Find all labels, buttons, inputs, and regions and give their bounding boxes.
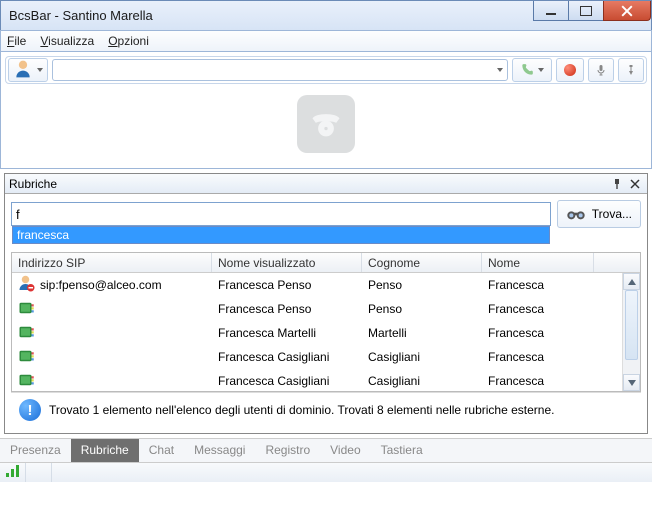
minimize-button[interactable] (533, 1, 569, 21)
panel-header: Rubriche (5, 174, 647, 194)
address-book-icon (18, 325, 36, 342)
cell-display: Francesca Penso (212, 302, 362, 316)
find-label: Trova... (592, 207, 632, 221)
search-input[interactable] (11, 202, 551, 226)
chevron-down-icon (497, 68, 503, 72)
scroll-thumb[interactable] (625, 290, 638, 360)
cell-surname: Penso (362, 302, 482, 316)
search-box: francesca (11, 202, 551, 226)
status-message: Trovato 1 elemento nell'elenco degli ute… (49, 403, 554, 417)
col-sip[interactable]: Indirizzo SIP (12, 253, 212, 272)
results-table: Indirizzo SIP Nome visualizzato Cognome … (11, 252, 641, 392)
cell-name: Francesca (482, 374, 594, 388)
record-button[interactable] (556, 58, 584, 82)
tab-registro[interactable]: Registro (255, 439, 320, 462)
title-bar[interactable]: BcsBar - Santino Marella (0, 0, 652, 30)
tab-messaggi[interactable]: Messaggi (184, 439, 255, 462)
cell-display: Francesca Martelli (212, 326, 362, 340)
menu-options[interactable]: Opzioni (108, 34, 149, 48)
cell-sip: sip:fpenso@alceo.com (40, 278, 162, 292)
table-row[interactable]: sip:fpenso@alceo.com Francesca PensoPenso… (12, 273, 640, 297)
cell-surname: Casigliani (362, 350, 482, 364)
find-button[interactable]: Trova... (557, 200, 641, 228)
maximize-button[interactable] (568, 1, 604, 21)
cell-surname: Martelli (362, 326, 482, 340)
binoculars-icon (566, 207, 586, 221)
menu-view[interactable]: Visualizza (40, 34, 94, 48)
col-name[interactable]: Nome (482, 253, 594, 272)
cell-name: Francesca (482, 350, 594, 364)
menu-bar: File Visualizza Opzioni (0, 30, 652, 52)
table-row[interactable]: Francesca MartelliMartelliFrancesca (12, 321, 640, 345)
tab-tastiera[interactable]: Tastiera (371, 439, 433, 462)
vertical-scrollbar[interactable] (622, 273, 640, 391)
phone-icon (520, 63, 534, 77)
main-toolbar (5, 56, 647, 84)
status-cell (26, 463, 52, 482)
cell-name: Francesca (482, 326, 594, 340)
pin-button[interactable] (618, 58, 644, 82)
col-display[interactable]: Nome visualizzato (212, 253, 362, 272)
chevron-down-icon (37, 68, 43, 72)
tab-rubriche[interactable]: Rubriche (71, 439, 139, 462)
dial-combo[interactable] (52, 59, 508, 81)
status-row: ! Trovato 1 elemento nell'elenco degli u… (11, 392, 641, 427)
bottom-tabs: Presenza Rubriche Chat Messaggi Registro… (0, 438, 652, 462)
microphone-icon (595, 61, 607, 79)
table-row[interactable]: Francesca CasiglianiCasiglianiFrancesca (12, 369, 640, 393)
signal-icon (6, 465, 20, 480)
tab-video[interactable]: Video (320, 439, 370, 462)
call-button[interactable] (512, 58, 552, 82)
scroll-down-button[interactable] (623, 374, 640, 391)
presence-dropdown[interactable] (8, 58, 48, 82)
table-header: Indirizzo SIP Nome visualizzato Cognome … (12, 253, 640, 273)
address-book-icon (18, 301, 36, 318)
status-bar (0, 462, 652, 482)
cell-surname: Penso (362, 278, 482, 292)
cell-name: Francesca (482, 278, 594, 292)
center-area (5, 84, 647, 164)
close-button[interactable] (603, 1, 651, 21)
window-title: BcsBar - Santino Marella (9, 8, 153, 23)
cell-name: Francesca (482, 302, 594, 316)
table-row[interactable]: Francesca CasiglianiCasiglianiFrancesca (12, 345, 640, 369)
scroll-up-button[interactable] (623, 273, 640, 290)
record-icon (564, 64, 576, 76)
idle-phone-icon (297, 95, 355, 153)
user-busy-icon (18, 275, 36, 296)
search-suggestion[interactable]: francesca (12, 226, 550, 244)
address-book-icon (18, 373, 36, 390)
user-presence-icon (13, 59, 33, 82)
cell-surname: Casigliani (362, 374, 482, 388)
cell-display: Francesca Casigliani (212, 374, 362, 388)
pushpin-icon (625, 61, 637, 79)
close-panel-button[interactable] (627, 176, 643, 192)
cell-display: Francesca Casigliani (212, 350, 362, 364)
tab-presenza[interactable]: Presenza (0, 439, 71, 462)
chevron-down-icon (538, 68, 544, 72)
address-book-icon (18, 349, 36, 366)
rubriche-panel: Rubriche francesca Trova... (4, 173, 648, 434)
col-surname[interactable]: Cognome (362, 253, 482, 272)
connection-indicator (0, 463, 26, 482)
info-icon: ! (19, 399, 41, 421)
table-row[interactable]: Francesca PensoPensoFrancesca (12, 297, 640, 321)
tab-chat[interactable]: Chat (139, 439, 184, 462)
pin-panel-button[interactable] (609, 176, 625, 192)
cell-display: Francesca Penso (212, 278, 362, 292)
microphone-button[interactable] (588, 58, 614, 82)
panel-title: Rubriche (9, 177, 57, 191)
menu-file[interactable]: File (7, 34, 26, 48)
